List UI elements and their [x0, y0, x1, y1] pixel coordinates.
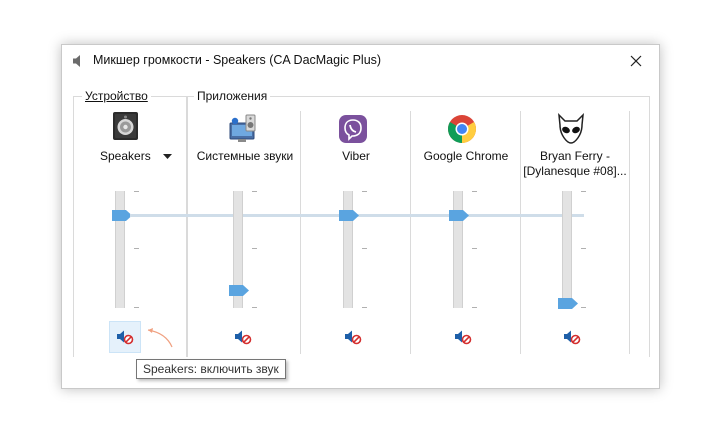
speaker-device-icon	[113, 112, 138, 140]
viber-mute-button[interactable]	[337, 321, 369, 353]
app-label-viber: Viber	[342, 149, 370, 163]
slider-tick	[252, 307, 257, 308]
slider-tick	[134, 191, 139, 192]
slider-tick	[362, 248, 367, 249]
slider-tick	[581, 307, 586, 308]
viber-volume-track[interactable]	[343, 191, 353, 308]
foobar-alien-icon	[558, 113, 584, 144]
slider-tick	[134, 307, 139, 308]
device-selector[interactable]: Speakers	[100, 149, 174, 164]
device-volume-thumb[interactable]	[112, 210, 132, 221]
close-button[interactable]	[613, 45, 659, 77]
chrome-volume-thumb[interactable]	[449, 210, 469, 221]
app-label-line2: [Dylanesque #08]...	[523, 164, 627, 178]
app-label-system-sounds: Системные звуки	[196, 149, 294, 163]
slider-tick	[472, 307, 477, 308]
slider-tick	[252, 191, 257, 192]
system-sounds-icon	[229, 114, 256, 142]
cursor-arrow-icon	[147, 328, 173, 348]
device-name: Speakers	[100, 149, 151, 163]
speaker-icon	[73, 55, 80, 67]
speaker-muted-icon	[564, 330, 581, 345]
speaker-muted-icon	[235, 330, 252, 345]
window-title: Микшер громкости - Speakers (CA DacMagic…	[93, 53, 382, 67]
apps-group-label: Приложения	[194, 89, 271, 103]
slider-tick	[362, 307, 367, 308]
device-group-label: Устройство	[82, 89, 151, 103]
app-label-chrome: Google Chrome	[423, 149, 509, 163]
bryan-ferry-mute-button[interactable]	[556, 321, 588, 353]
chrome-icon	[448, 115, 476, 143]
column-separator	[410, 111, 411, 354]
slider-tick	[581, 191, 586, 192]
system-sounds-volume-thumb[interactable]	[229, 285, 249, 296]
app-label-line1: Bryan Ferry -	[539, 149, 610, 163]
chevron-down-icon	[163, 153, 173, 159]
viber-volume-thumb[interactable]	[339, 210, 359, 221]
volume-mixer-window: Микшер громкости - Speakers (CA DacMagic…	[61, 44, 660, 389]
slider-tick	[134, 248, 139, 249]
speaker-muted-icon	[117, 330, 134, 345]
close-icon	[630, 55, 642, 67]
column-separator	[520, 111, 521, 354]
slider-tick	[472, 248, 477, 249]
chrome-mute-button[interactable]	[447, 321, 479, 353]
slider-tick	[252, 248, 257, 249]
slider-tick	[472, 191, 477, 192]
mute-tooltip: Speakers: включить звук	[136, 359, 286, 379]
bryan-ferry-volume-track[interactable]	[562, 191, 572, 308]
chrome-volume-track[interactable]	[453, 191, 463, 308]
app-label-bryan-ferry: Bryan Ferry - [Dylanesque #08]...	[521, 149, 629, 179]
bryan-ferry-volume-thumb[interactable]	[558, 298, 578, 309]
speaker-muted-icon	[455, 330, 472, 345]
viber-icon	[339, 115, 367, 143]
device-mute-button[interactable]	[109, 321, 141, 353]
system-sounds-mute-button[interactable]	[227, 321, 259, 353]
column-separator	[629, 111, 630, 354]
slider-tick	[362, 191, 367, 192]
speaker-muted-icon	[345, 330, 362, 345]
device-volume-track[interactable]	[115, 191, 125, 308]
slider-tick	[581, 248, 586, 249]
title-bar: Микшер громкости - Speakers (CA DacMagic…	[62, 45, 659, 77]
column-separator	[300, 111, 301, 354]
